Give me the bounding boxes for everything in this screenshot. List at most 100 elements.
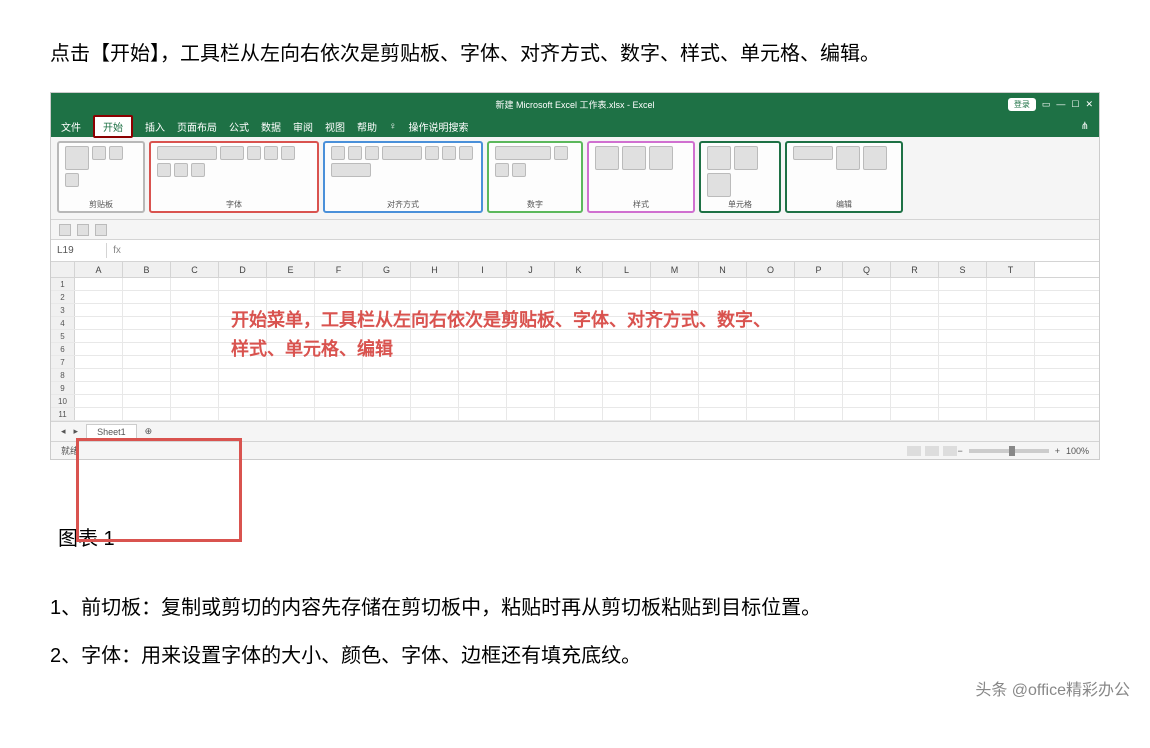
cell[interactable] <box>411 408 459 420</box>
menu-help[interactable]: 帮助 <box>357 119 377 134</box>
cell[interactable] <box>267 382 315 394</box>
column-header[interactable]: B <box>123 262 171 277</box>
cell[interactable] <box>987 343 1035 355</box>
tell-me-icon[interactable]: ♀ <box>389 121 397 132</box>
menu-layout[interactable]: 页面布局 <box>177 119 217 134</box>
cell[interactable] <box>75 291 123 303</box>
format-table-icon[interactable] <box>622 146 646 170</box>
cell[interactable] <box>603 408 651 420</box>
cell[interactable] <box>267 369 315 381</box>
maximize-icon[interactable]: ☐ <box>1071 99 1079 110</box>
cell[interactable] <box>699 278 747 290</box>
cell[interactable] <box>603 278 651 290</box>
row-header[interactable]: 5 <box>51 330 75 342</box>
cell[interactable] <box>891 395 939 407</box>
font-size-dropdown[interactable] <box>220 146 244 160</box>
cell[interactable] <box>123 356 171 368</box>
cell[interactable] <box>699 408 747 420</box>
column-header[interactable]: C <box>171 262 219 277</box>
cell[interactable] <box>219 291 267 303</box>
format-painter-icon[interactable] <box>65 173 79 187</box>
cell[interactable] <box>267 278 315 290</box>
column-header[interactable]: P <box>795 262 843 277</box>
save-icon[interactable] <box>59 224 71 236</box>
cell[interactable] <box>219 408 267 420</box>
cell[interactable] <box>795 382 843 394</box>
column-header[interactable]: N <box>699 262 747 277</box>
cell[interactable] <box>363 408 411 420</box>
cut-icon[interactable] <box>92 146 106 160</box>
cell[interactable] <box>843 408 891 420</box>
cell[interactable] <box>795 369 843 381</box>
cell[interactable] <box>891 278 939 290</box>
cell[interactable] <box>843 278 891 290</box>
cell[interactable] <box>603 369 651 381</box>
column-header[interactable]: O <box>747 262 795 277</box>
cell[interactable] <box>555 369 603 381</box>
cell[interactable] <box>939 304 987 316</box>
cell[interactable] <box>651 291 699 303</box>
cell[interactable] <box>267 291 315 303</box>
cell[interactable] <box>987 304 1035 316</box>
cell[interactable] <box>363 369 411 381</box>
row-header[interactable]: 9 <box>51 382 75 394</box>
cell[interactable] <box>747 382 795 394</box>
currency-icon[interactable] <box>554 146 568 160</box>
row-header[interactable]: 3 <box>51 304 75 316</box>
cell[interactable] <box>123 369 171 381</box>
cell[interactable] <box>987 382 1035 394</box>
cell[interactable] <box>747 369 795 381</box>
cell[interactable] <box>507 408 555 420</box>
cell[interactable] <box>843 317 891 329</box>
share-icon[interactable]: ⋔ <box>1081 121 1089 132</box>
number-format-dropdown[interactable] <box>495 146 551 160</box>
cell[interactable] <box>171 343 219 355</box>
cell[interactable] <box>363 382 411 394</box>
cell[interactable] <box>315 408 363 420</box>
cell[interactable] <box>171 395 219 407</box>
cell[interactable] <box>747 395 795 407</box>
cell[interactable] <box>171 330 219 342</box>
cell[interactable] <box>507 369 555 381</box>
cell[interactable] <box>555 382 603 394</box>
cell[interactable] <box>843 304 891 316</box>
row-header[interactable]: 11 <box>51 408 75 420</box>
column-header[interactable]: Q <box>843 262 891 277</box>
redo-icon[interactable] <box>95 224 107 236</box>
cell[interactable] <box>171 317 219 329</box>
cell[interactable] <box>699 291 747 303</box>
cell[interactable] <box>75 343 123 355</box>
column-header[interactable]: L <box>603 262 651 277</box>
cell[interactable] <box>75 330 123 342</box>
zoom-slider[interactable] <box>969 449 1049 453</box>
cell[interactable] <box>507 395 555 407</box>
cell[interactable] <box>699 369 747 381</box>
paste-icon[interactable] <box>65 146 89 170</box>
cell[interactable] <box>987 278 1035 290</box>
cell[interactable] <box>891 382 939 394</box>
ribbon-options-icon[interactable]: ▭ <box>1042 99 1051 110</box>
cell[interactable] <box>459 369 507 381</box>
cell[interactable] <box>747 278 795 290</box>
column-header[interactable]: I <box>459 262 507 277</box>
border-icon[interactable] <box>157 163 171 177</box>
cell[interactable] <box>699 382 747 394</box>
zoom-in-icon[interactable]: + <box>1055 446 1060 456</box>
cell[interactable] <box>507 278 555 290</box>
cell[interactable] <box>651 408 699 420</box>
wrap-text-icon[interactable] <box>382 146 422 160</box>
underline-icon[interactable] <box>281 146 295 160</box>
cell[interactable] <box>75 408 123 420</box>
cell[interactable] <box>795 343 843 355</box>
column-header[interactable]: F <box>315 262 363 277</box>
cell[interactable] <box>987 291 1035 303</box>
name-box[interactable]: L19 <box>51 243 107 258</box>
cell[interactable] <box>987 317 1035 329</box>
cell[interactable] <box>171 369 219 381</box>
cell[interactable] <box>939 369 987 381</box>
cell[interactable] <box>987 330 1035 342</box>
cell[interactable] <box>555 395 603 407</box>
minimize-icon[interactable]: — <box>1056 99 1065 109</box>
cell[interactable] <box>123 343 171 355</box>
fx-icon[interactable]: fx <box>107 245 127 256</box>
